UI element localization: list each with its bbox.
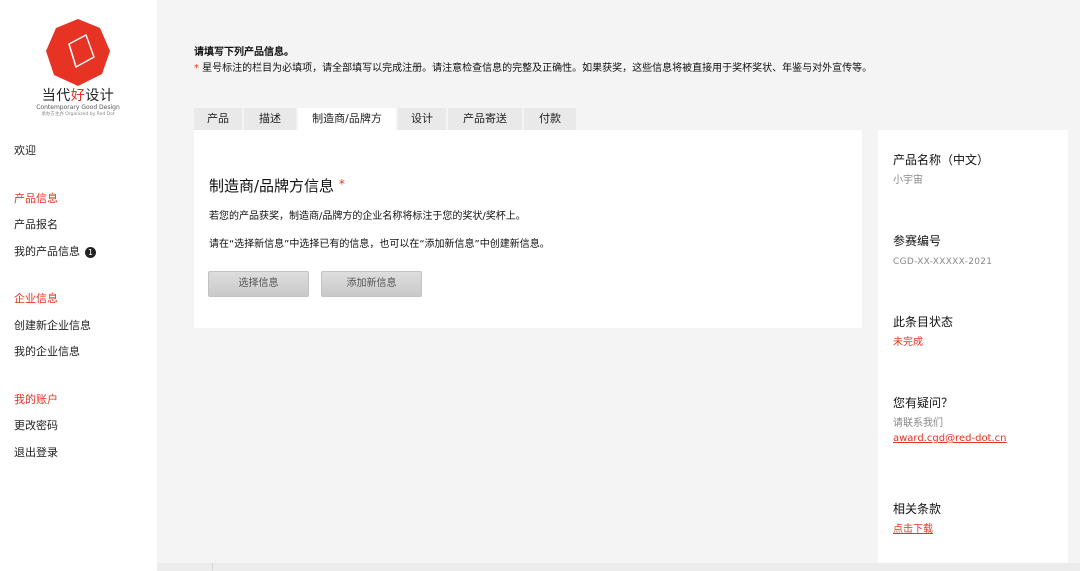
- panel-description: 若您的产品获奖，制造商/品牌方的企业名称将标注于您的奖状/奖杯上。: [209, 211, 526, 222]
- status-block: 此条目状态 未完成: [893, 313, 1063, 350]
- brand-subtitle: Contemporary Good Design: [36, 104, 120, 111]
- sidebar-heading-company: 企业信息: [14, 292, 58, 305]
- tab-design[interactable]: 设计: [398, 108, 446, 130]
- status-value: 未完成: [893, 337, 923, 348]
- tab-payment[interactable]: 付款: [524, 108, 576, 130]
- tab-manufacturer[interactable]: 制造商/品牌方: [298, 108, 396, 130]
- product-name-block: 产品名称（中文） 小宇宙: [893, 151, 1063, 188]
- brand-logo[interactable]: 当代好设计 Contemporary Good Design 承办方主办 Org…: [30, 18, 126, 118]
- entry-summary-panel: 产品名称（中文） 小宇宙 参赛编号 CGD-XX-XXXXX-2021 此条目状…: [878, 130, 1068, 571]
- divider: [212, 563, 213, 571]
- manufacturer-panel: 制造商/品牌方信息 * 若您的产品获奖，制造商/品牌方的企业名称将标注于您的奖状…: [194, 130, 862, 328]
- panel-instructions: 请在“选择新信息”中选择已有的信息，也可以在“添加新信息”中创建新信息。: [209, 239, 550, 250]
- intro-title: 请填写下列产品信息。: [194, 47, 294, 58]
- brand-logo-icon: [46, 19, 110, 86]
- panel-title: 制造商/品牌方信息 *: [209, 177, 345, 195]
- entry-number-value: CGD-XX-XXXXX-2021: [893, 257, 993, 267]
- select-info-button[interactable]: 选择信息: [208, 271, 309, 297]
- status-label: 此条目状态: [893, 315, 954, 329]
- terms-download-link[interactable]: 点击下载: [893, 523, 933, 536]
- add-info-button[interactable]: 添加新信息: [321, 271, 422, 297]
- bottom-scroll-strip: [157, 563, 1080, 571]
- sidebar-item-my-products[interactable]: 我的产品信息 1: [14, 244, 154, 271]
- sidebar-item-label: 我的产品信息: [14, 244, 80, 258]
- sidebar-item-product-register[interactable]: 产品报名: [14, 217, 154, 244]
- entry-number-block: 参赛编号 CGD-XX-XXXXX-2021: [893, 232, 1063, 269]
- entry-number-label: 参赛编号: [893, 234, 942, 248]
- product-name-label: 产品名称（中文）: [893, 153, 990, 167]
- contact-email-link[interactable]: award.cgd@red-dot.cn: [893, 432, 1007, 445]
- tab-product[interactable]: 产品: [194, 108, 242, 130]
- question-label: 您有疑问？: [893, 396, 954, 410]
- sidebar-item-change-password[interactable]: 更改密码: [14, 418, 154, 445]
- terms-label: 相关条款: [893, 502, 942, 516]
- brand-title: 当代好设计: [41, 88, 115, 104]
- brand-organizer: 承办方主办 Organized by Red Dot: [41, 112, 115, 117]
- sidebar-heading-product: 产品信息: [14, 191, 58, 205]
- sidebar-item-welcome[interactable]: 欢迎: [14, 143, 154, 170]
- required-asterisk: *: [338, 177, 345, 191]
- form-intro: 请填写下列产品信息。 * 星号标注的栏目为必填项，请全部填写以完成注册。请注意检…: [194, 45, 934, 77]
- contact-label: 请联系我们: [893, 418, 943, 429]
- sidebar-item-logout[interactable]: 退出登录: [14, 445, 154, 472]
- sidebar: 当代好设计 Contemporary Good Design 承办方主办 Org…: [0, 0, 157, 571]
- sidebar-nav: 欢迎 产品信息 产品报名 我的产品信息 1 企业信息 创建新企业信息 我的企业信息…: [14, 143, 154, 471]
- tab-description[interactable]: 描述: [244, 108, 296, 130]
- product-name-value: 小宇宙: [893, 175, 923, 186]
- contact-block: 您有疑问？ 请联系我们 award.cgd@red-dot.cn: [893, 394, 1063, 445]
- sidebar-heading-account: 我的账户: [14, 392, 58, 406]
- tab-shipping[interactable]: 产品寄送: [448, 108, 522, 130]
- sidebar-item-create-company[interactable]: 创建新企业信息: [14, 318, 154, 345]
- terms-block: 相关条款 点击下载: [893, 500, 1063, 536]
- sidebar-item-my-company[interactable]: 我的企业信息: [14, 344, 154, 371]
- intro-note: * 星号标注的栏目为必填项，请全部填写以完成注册。请注意检查信息的完整及正确性。…: [194, 63, 873, 74]
- notification-badge: 1: [85, 246, 96, 258]
- form-tabs: 产品 描述 制造商/品牌方 设计 产品寄送 付款: [194, 108, 578, 130]
